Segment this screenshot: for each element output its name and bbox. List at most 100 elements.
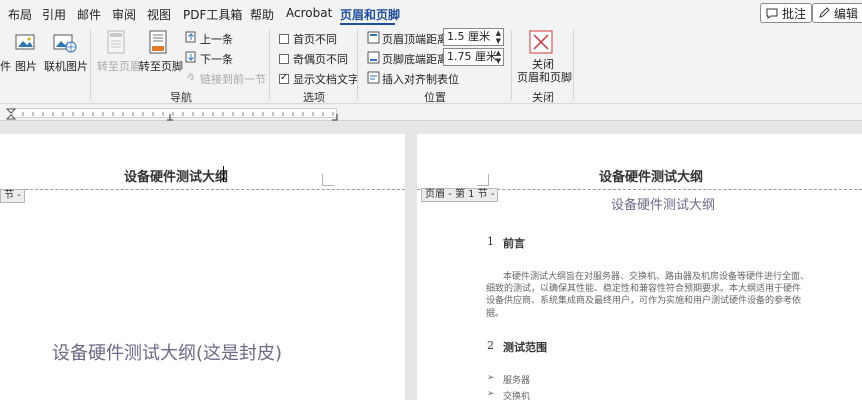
goto-footer-label: 转至页脚 xyxy=(139,60,183,73)
diff-odd-even-checkbox[interactable] xyxy=(279,54,289,64)
goto-header-label: 转至页眉 xyxy=(97,60,141,73)
section1-number: 1 xyxy=(487,235,494,248)
pencil-icon xyxy=(819,7,830,18)
group-separator xyxy=(357,30,358,100)
online-picture-label: 联机图片 xyxy=(44,60,88,73)
show-doc-text-checkbox[interactable] xyxy=(279,72,289,84)
group-separator xyxy=(269,30,270,100)
menu-pdf-toolbox[interactable]: PDF工具箱 xyxy=(183,6,242,23)
goto-header-button[interactable] xyxy=(106,30,126,57)
section2-title: 测试范围 xyxy=(503,341,547,354)
footer-bottom-value: 1.75 厘米 xyxy=(447,50,497,63)
align-tab-icon xyxy=(367,71,380,84)
bullet-item: 交换机 xyxy=(503,392,531,400)
section-tag: 节 - xyxy=(0,189,25,203)
online-picture-button[interactable] xyxy=(52,32,78,57)
header-top-spinner[interactable]: 1.5 厘米 ▲ ▼ xyxy=(443,28,504,46)
edit-label: 编辑 xyxy=(833,6,858,21)
section1-title: 前言 xyxy=(503,237,525,250)
comment-button[interactable]: 批注 xyxy=(760,3,813,23)
indent-marker-icon[interactable] xyxy=(6,108,16,120)
next-button[interactable] xyxy=(185,51,197,66)
diff-first-checkbox[interactable] xyxy=(279,34,289,44)
right-page[interactable]: 设备硬件测试大纲 页眉 - 第 1 节 - 设备硬件测试大纲 1 前言 本硬件测… xyxy=(417,134,862,400)
right-tab-stop-icon[interactable] xyxy=(331,114,339,121)
edit-button[interactable]: 编辑 xyxy=(812,3,862,23)
footer-bottom-icon xyxy=(367,51,380,64)
ruler-track xyxy=(12,108,337,118)
previous-label: 上一条 xyxy=(200,33,233,46)
next-icon xyxy=(185,51,196,63)
center-tab-stop-icon[interactable] xyxy=(166,114,174,121)
close-header-footer-button[interactable] xyxy=(529,30,553,57)
doc-title: 设备硬件测试大纲 xyxy=(611,198,716,213)
link-previous-label: 链接到前一节 xyxy=(200,73,266,86)
options-group-label: 选项 xyxy=(303,91,325,104)
menu-help[interactable]: 帮助 xyxy=(250,6,274,23)
menu-view[interactable]: 视图 xyxy=(147,6,171,23)
picture-icon xyxy=(15,34,35,50)
paragraph-line: 设备供应商、系统集成商及最终用户，可作为实施和用户测试硬件设备的参考依 xyxy=(486,296,802,306)
menu-acrobat[interactable]: Acrobat xyxy=(286,6,332,20)
menu-bar: 布局 引用 邮件 审阅 视图 PDF工具箱 帮助 Acrobat 页眉和页脚 批… xyxy=(0,0,862,26)
diff-first-label: 首页不同 xyxy=(293,33,337,46)
insert-partial-label[interactable]: 件 xyxy=(0,58,11,74)
comment-icon xyxy=(766,8,778,19)
spinner-arrows-icon[interactable]: ▲ ▼ xyxy=(496,29,501,45)
crop-mark xyxy=(322,174,334,186)
text-cursor xyxy=(223,166,224,182)
document-area: 设备硬件测试大纲 节 - 设备硬件测试大纲(这是封皮) 设备硬件测试大纲 页眉 … xyxy=(0,121,862,400)
group-separator xyxy=(573,30,574,100)
navigation-group-label: 导航 xyxy=(170,91,192,104)
crop-mark xyxy=(477,174,489,186)
comment-label: 批注 xyxy=(782,6,807,21)
link-icon xyxy=(186,73,194,80)
next-label: 下一条 xyxy=(200,53,233,66)
header-section-tag: 页眉 - 第 1 节 - xyxy=(421,188,499,202)
close-button-line2[interactable]: 页眉和页脚 xyxy=(517,69,572,85)
menu-mailings[interactable]: 邮件 xyxy=(77,6,101,23)
cover-title: 设备硬件测试大纲(这是封皮) xyxy=(52,343,283,364)
previous-icon xyxy=(185,31,196,43)
footer-bottom-label: 页脚底端距离: xyxy=(382,53,452,66)
bullet-arrow-icon: ➢ xyxy=(487,389,495,399)
footer-bottom-spinner[interactable]: 1.75 厘米 ▲ ▼ xyxy=(443,48,504,66)
picture-label: 图片 xyxy=(15,60,37,73)
goto-header-icon xyxy=(107,30,125,54)
bullet-arrow-icon: ➢ xyxy=(487,373,495,383)
position-group-label: 位置 xyxy=(424,91,446,104)
header-top-label: 页眉顶端距离: xyxy=(382,33,452,46)
page-gap xyxy=(405,121,417,400)
menu-review[interactable]: 审阅 xyxy=(112,6,136,23)
online-picture-icon xyxy=(53,34,77,53)
left-header-title[interactable]: 设备硬件测试大纲 xyxy=(124,166,228,185)
menu-header-footer[interactable]: 页眉和页脚 xyxy=(340,6,400,23)
active-tab-indicator xyxy=(340,23,395,25)
picture-button[interactable] xyxy=(14,32,38,57)
close-icon xyxy=(529,30,553,54)
menu-references[interactable]: 引用 xyxy=(42,6,66,23)
group-separator xyxy=(511,30,512,100)
insert-align-tab-button[interactable]: 插入对齐制表位 xyxy=(382,71,459,87)
menu-layout[interactable]: 布局 xyxy=(8,6,32,23)
header-top-value: 1.5 厘米 xyxy=(447,30,490,43)
left-page[interactable]: 设备硬件测试大纲 节 - 设备硬件测试大纲(这是封皮) xyxy=(0,134,405,400)
ribbon: 件 图片 联机图片 转至页眉 转至页脚 上一条 下一条 链接到前一节 导航 首页… xyxy=(0,26,862,104)
close-group-label: 关闭 xyxy=(532,91,554,104)
goto-footer-icon xyxy=(149,30,167,54)
header-boundary-line xyxy=(0,189,405,190)
previous-button[interactable] xyxy=(185,31,197,43)
paragraph-line: 据。 xyxy=(486,309,505,319)
ruler-ticks xyxy=(22,112,334,116)
group-separator xyxy=(90,30,91,100)
diff-odd-even-label: 奇偶页不同 xyxy=(293,53,348,66)
section2-number: 2 xyxy=(487,339,494,352)
show-doc-text-label: 显示文档文字 xyxy=(293,73,359,86)
goto-footer-button[interactable] xyxy=(148,30,168,57)
right-header-title[interactable]: 设备硬件测试大纲 xyxy=(599,166,703,185)
link-previous-button[interactable] xyxy=(185,71,197,86)
header-top-icon xyxy=(367,31,380,44)
horizontal-ruler[interactable] xyxy=(0,104,862,121)
spinner-arrows-icon[interactable]: ▲ ▼ xyxy=(496,49,501,65)
bullet-item: 服务器 xyxy=(503,376,531,386)
